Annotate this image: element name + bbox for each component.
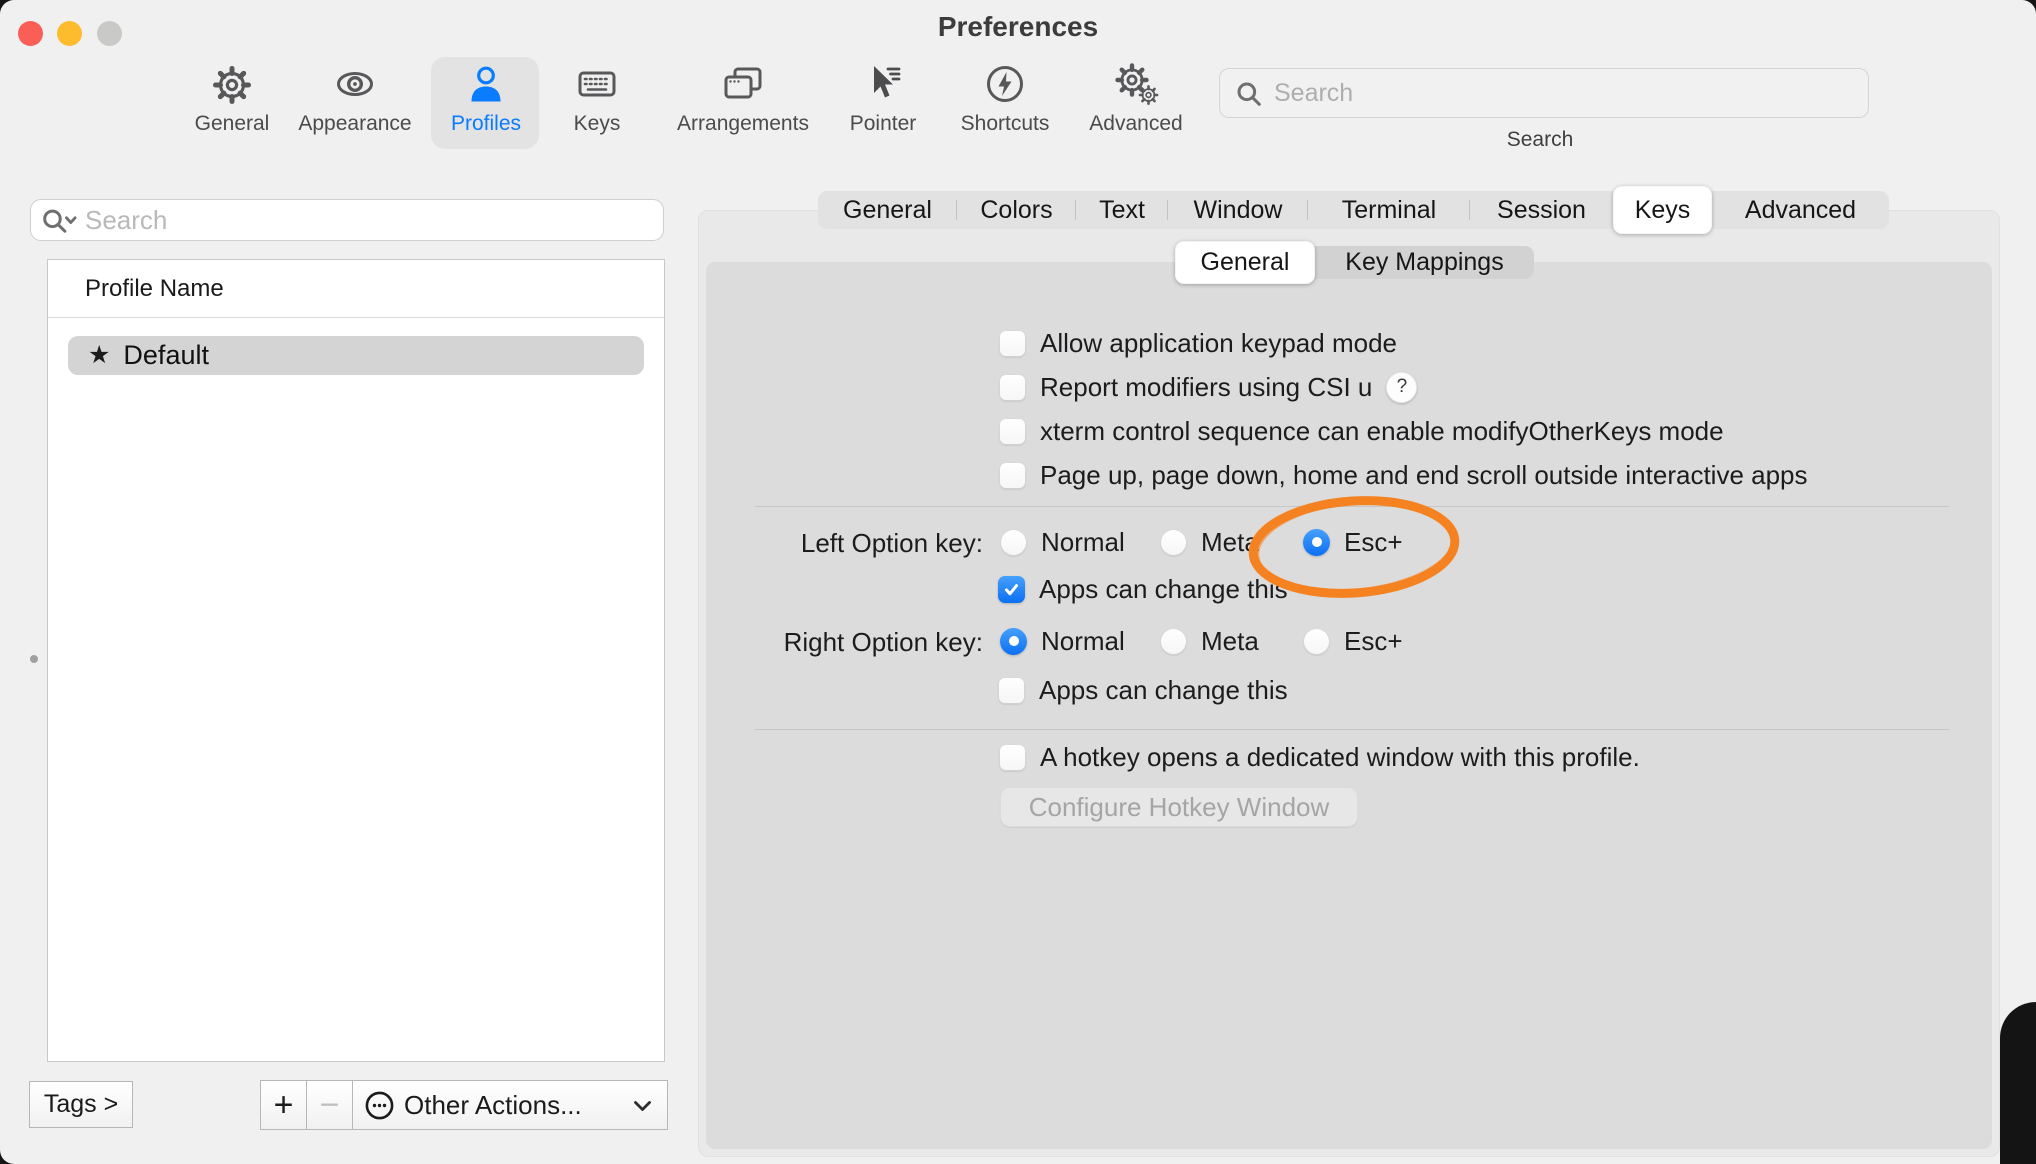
toolbar-item-label: Appearance <box>298 112 411 136</box>
radio-button[interactable] <box>1303 628 1330 655</box>
checkbox-label: Allow application keypad mode <box>1040 328 1397 359</box>
toolbar-item-label: Pointer <box>850 112 917 136</box>
search-icon <box>1236 81 1262 107</box>
tab-session[interactable]: Session <box>1470 191 1613 229</box>
remove-profile-button[interactable]: − <box>306 1080 353 1130</box>
toolbar-item-label: Advanced <box>1089 112 1182 136</box>
gears-icon <box>1110 58 1162 110</box>
checkbox-label: A hotkey opens a dedicated window with t… <box>1040 742 1640 773</box>
chevron-down-icon <box>634 1101 651 1112</box>
person-icon <box>460 58 512 110</box>
checkbox-keypad-mode[interactable] <box>999 330 1026 357</box>
toolbar-item-label: Arrangements <box>677 112 809 136</box>
windows-icon <box>717 58 769 110</box>
keys-subtab-bar: General Key Mappings <box>1175 246 1534 279</box>
toolbar-search-input[interactable] <box>1272 72 1856 114</box>
cursor-icon <box>857 58 909 110</box>
keyboard-icon <box>571 58 623 110</box>
divider <box>755 729 1949 730</box>
profile-list-header: Profile Name <box>48 260 664 318</box>
configure-hotkey-window-button[interactable]: Configure Hotkey Window <box>1000 787 1358 827</box>
default-star-icon: ★ <box>88 343 110 368</box>
checkbox-right-apps-change[interactable] <box>998 677 1025 704</box>
help-button[interactable]: ? <box>1386 372 1417 403</box>
checkbox-row-right-apps-change: Apps can change this <box>998 672 1288 708</box>
divider <box>755 506 1949 507</box>
radio-label: Normal <box>1041 527 1125 558</box>
subtab-general[interactable]: General <box>1175 241 1315 284</box>
checkbox-page-scroll[interactable] <box>999 462 1026 489</box>
toolbar-item-label: Keys <box>574 112 621 136</box>
radio-right-meta: Meta <box>1160 623 1259 659</box>
checkbox-label: Apps can change this <box>1039 675 1288 706</box>
preferences-window: Preferences General Appearance Profiles <box>0 0 2036 1164</box>
profile-search-field[interactable] <box>30 199 664 241</box>
toolbar-search-field[interactable] <box>1219 68 1869 118</box>
checkbox-modifyotherkeys[interactable] <box>999 418 1026 445</box>
radio-right-esc: Esc+ <box>1303 623 1403 659</box>
radio-button[interactable] <box>1000 628 1027 655</box>
tab-keys[interactable]: Keys <box>1613 186 1712 234</box>
checkbox-label: Apps can change this <box>1039 574 1288 605</box>
toolbar-item-advanced[interactable]: Advanced <box>1046 58 1226 150</box>
radio-button[interactable] <box>1160 529 1187 556</box>
ellipsis-circle-icon <box>364 1090 395 1121</box>
add-profile-button[interactable]: + <box>260 1080 307 1130</box>
checkbox-csi-u[interactable] <box>999 374 1026 401</box>
checkbox-row-page-scroll: Page up, page down, home and end scroll … <box>999 457 1808 493</box>
tab-colors[interactable]: Colors <box>957 191 1076 229</box>
other-actions-dropdown[interactable]: Other Actions... <box>352 1080 668 1130</box>
other-actions-label: Other Actions... <box>404 1090 582 1121</box>
checkbox-row-keypad: Allow application keypad mode <box>999 325 1397 361</box>
checkbox-hotkey-window[interactable] <box>999 744 1026 771</box>
toolbar-search-caption: Search <box>1390 128 1690 152</box>
checkbox-label: xterm control sequence can enable modify… <box>1040 416 1724 447</box>
gear-icon <box>206 58 258 110</box>
radio-label: Esc+ <box>1344 527 1403 558</box>
checkbox-row-left-apps-change: Apps can change this <box>998 571 1288 607</box>
checkbox-left-apps-change[interactable] <box>998 576 1025 603</box>
profile-search-input[interactable] <box>83 202 647 238</box>
tags-button[interactable]: Tags > <box>29 1081 133 1128</box>
profile-tab-bar: General Colors Text Window Terminal Sess… <box>818 191 1889 229</box>
radio-button[interactable] <box>1160 628 1187 655</box>
tab-text[interactable]: Text <box>1076 191 1168 229</box>
window-title: Preferences <box>0 11 2036 43</box>
radio-label: Esc+ <box>1344 626 1403 657</box>
tab-general[interactable]: General <box>818 191 957 229</box>
toolbar-item-label: General <box>195 112 270 136</box>
radio-button[interactable] <box>1303 529 1330 556</box>
toolbar-item-label: Shortcuts <box>961 112 1050 136</box>
eye-icon <box>329 58 381 110</box>
tab-advanced[interactable]: Advanced <box>1712 191 1889 229</box>
radio-right-normal: Normal <box>1000 623 1125 659</box>
radio-left-normal: Normal <box>1000 524 1125 560</box>
radio-label: Meta <box>1201 626 1259 657</box>
profile-row-default[interactable]: ★ Default <box>68 336 644 375</box>
radio-button[interactable] <box>1000 529 1027 556</box>
radio-label: Normal <box>1041 626 1125 657</box>
profile-list: Profile Name ★ Default <box>47 259 665 1062</box>
radio-left-meta: Meta <box>1160 524 1259 560</box>
search-menu-icon <box>40 207 80 235</box>
radio-label: Meta <box>1201 527 1259 558</box>
profile-name: Default <box>123 340 209 371</box>
background-window-corner <box>2000 1002 2036 1164</box>
right-option-key-label: Right Option key: <box>700 627 983 658</box>
tab-window[interactable]: Window <box>1168 191 1308 229</box>
checkbox-row-csi-u: Report modifiers using CSI u ? <box>999 369 1417 405</box>
bolt-icon <box>979 58 1031 110</box>
checkbox-label: Page up, page down, home and end scroll … <box>1040 460 1808 491</box>
checkbox-row-modifyotherkeys: xterm control sequence can enable modify… <box>999 413 1724 449</box>
column-header-profile-name: Profile Name <box>85 275 224 303</box>
check-icon <box>1001 579 1022 600</box>
window-edge-dot <box>30 655 38 663</box>
tab-terminal[interactable]: Terminal <box>1308 191 1470 229</box>
subtab-key-mappings[interactable]: Key Mappings <box>1315 246 1534 279</box>
checkbox-row-hotkey: A hotkey opens a dedicated window with t… <box>999 739 1640 775</box>
checkbox-label: Report modifiers using CSI u <box>1040 372 1372 403</box>
left-option-key-label: Left Option key: <box>700 528 983 559</box>
radio-left-esc: Esc+ <box>1303 524 1403 560</box>
